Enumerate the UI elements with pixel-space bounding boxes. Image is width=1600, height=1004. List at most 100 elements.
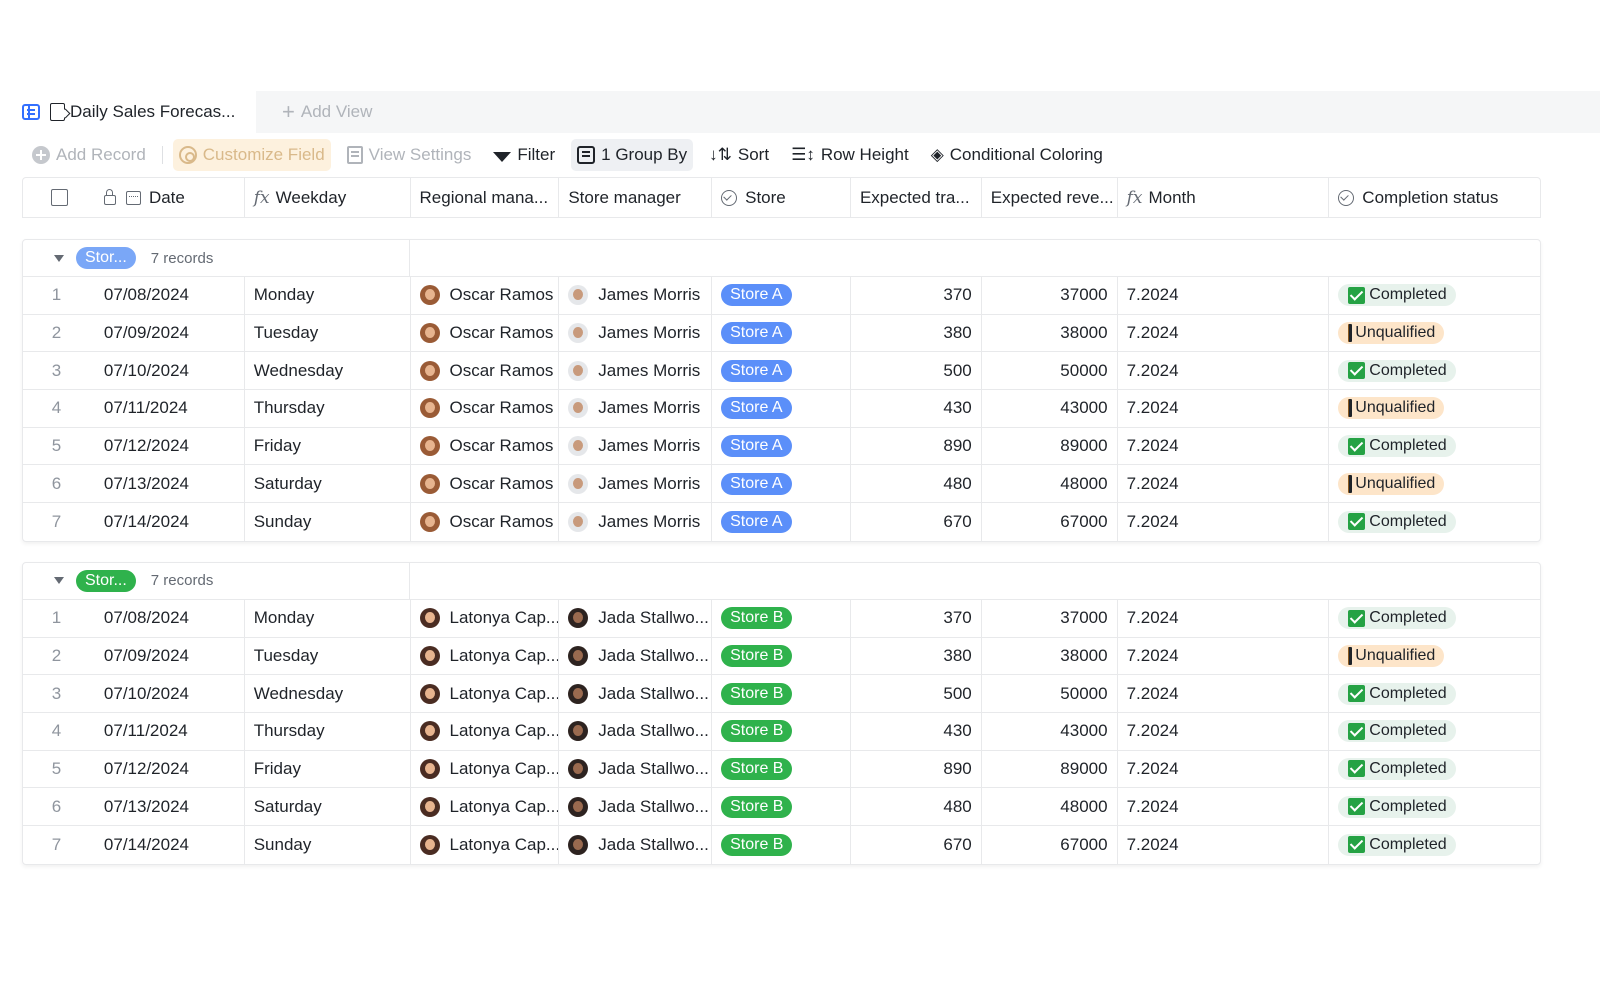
completion-status-cell[interactable]: Completed [1329,675,1540,712]
store-cell[interactable]: Store A [712,277,851,314]
weekday-cell[interactable]: Thursday [245,712,411,750]
expected-revenue-cell[interactable]: 43000 [982,712,1118,750]
expected-revenue-cell[interactable]: 38000 [982,314,1118,352]
expected-traffic-cell[interactable]: 670 [851,503,982,541]
date-cell[interactable]: 07/11/2024 [95,390,245,427]
table-row[interactable]: 4 07/11/2024 Thursday Latonya Cap... Jada St… [23,712,1540,751]
date-cell[interactable]: 07/13/2024 [95,465,245,503]
regional-manager-cell[interactable]: Oscar Ramos [411,503,560,541]
expected-traffic-cell[interactable]: 430 [851,712,982,750]
weekday-cell[interactable]: Sunday [245,825,411,864]
store-cell[interactable]: Store A [712,427,851,465]
weekday-cell[interactable]: Wednesday [245,675,411,712]
month-cell[interactable]: 7.2024 [1118,427,1330,465]
completion-status-cell[interactable]: Completed [1329,751,1540,788]
store-manager-cell[interactable]: James Morris [559,390,713,427]
date-cell[interactable]: 07/13/2024 [95,788,245,825]
date-cell[interactable]: 07/12/2024 [95,427,245,465]
expected-revenue-cell[interactable]: 48000 [982,788,1118,825]
store-manager-cell[interactable]: Jada Stallwo... [559,788,713,825]
completion-status-cell[interactable]: Completed [1329,277,1540,314]
expected-traffic-cell[interactable]: 670 [851,825,982,864]
date-cell[interactable]: 07/10/2024 [95,352,245,390]
store-cell[interactable]: Store B [712,825,851,864]
column-header-month[interactable]: fx Month [1118,178,1330,217]
completion-status-cell[interactable]: Completed [1329,352,1540,389]
month-cell[interactable]: 7.2024 [1118,465,1330,503]
group-by-button[interactable]: 1 Group By [571,139,694,171]
expected-traffic-cell[interactable]: 380 [851,314,982,352]
date-cell[interactable]: 07/09/2024 [95,637,245,675]
store-cell[interactable]: Store A [712,465,851,503]
expected-traffic-cell[interactable]: 500 [851,352,982,390]
add-record-button[interactable]: Add Record [26,139,152,171]
date-cell[interactable]: 07/10/2024 [95,675,245,712]
store-manager-cell[interactable]: Jada Stallwo... [559,675,713,712]
store-cell[interactable]: Store B [712,599,851,637]
expected-revenue-cell[interactable]: 67000 [982,825,1118,864]
store-manager-cell[interactable]: Jada Stallwo... [559,712,713,750]
customize-field-button[interactable]: Customize Field [172,139,331,171]
table-row[interactable]: 5 07/12/2024 Friday Oscar Ramos James Morris… [23,427,1540,466]
table-row[interactable]: 5 07/12/2024 Friday Latonya Cap... Jada Stal… [23,750,1540,789]
weekday-cell[interactable]: Saturday [245,465,411,503]
expected-traffic-cell[interactable]: 370 [851,277,982,314]
expected-revenue-cell[interactable]: 89000 [982,427,1118,465]
weekday-cell[interactable]: Saturday [245,788,411,825]
month-cell[interactable]: 7.2024 [1118,599,1330,637]
store-manager-cell[interactable]: Jada Stallwo... [559,637,713,675]
select-all-checkbox[interactable] [51,189,68,206]
store-cell[interactable]: Store B [712,788,851,825]
column-header-expected-traffic[interactable]: Expected tra... [851,178,982,217]
store-manager-cell[interactable]: James Morris [559,503,713,541]
month-cell[interactable]: 7.2024 [1118,712,1330,750]
store-cell[interactable]: Store B [712,750,851,788]
expected-traffic-cell[interactable]: 890 [851,427,982,465]
store-cell[interactable]: Store A [712,503,851,541]
month-cell[interactable]: 7.2024 [1118,277,1330,314]
caret-down-icon[interactable] [54,577,64,585]
completion-status-cell[interactable]: Unqualified [1329,465,1540,502]
store-manager-cell[interactable]: Jada Stallwo... [559,599,713,637]
month-cell[interactable]: 7.2024 [1118,675,1330,712]
date-cell[interactable]: 07/08/2024 [95,599,245,637]
month-cell[interactable]: 7.2024 [1118,750,1330,788]
regional-manager-cell[interactable]: Latonya Cap... [411,712,560,750]
expected-revenue-cell[interactable]: 50000 [982,352,1118,390]
regional-manager-cell[interactable]: Oscar Ramos [411,390,560,427]
expected-traffic-cell[interactable]: 500 [851,675,982,712]
store-manager-cell[interactable]: James Morris [559,427,713,465]
store-cell[interactable]: Store A [712,314,851,352]
month-cell[interactable]: 7.2024 [1118,503,1330,541]
weekday-cell[interactable]: Thursday [245,390,411,427]
expected-revenue-cell[interactable]: 38000 [982,637,1118,675]
add-view-button[interactable]: + Add View [282,91,372,133]
date-cell[interactable]: 07/08/2024 [95,277,245,314]
store-manager-cell[interactable]: James Morris [559,465,713,503]
store-cell[interactable]: Store A [712,390,851,427]
tab-daily-sales-forecast[interactable]: Daily Sales Forecas... [0,91,256,133]
month-cell[interactable]: 7.2024 [1118,352,1330,390]
weekday-cell[interactable]: Monday [245,599,411,637]
regional-manager-cell[interactable]: Latonya Cap... [411,788,560,825]
column-header-regional-manager[interactable]: Regional mana... [411,178,560,217]
table-row[interactable]: 7 07/14/2024 Sunday Oscar Ramos James Morris… [23,503,1540,541]
caret-down-icon[interactable] [54,254,64,262]
group-header[interactable]: Stor... 7 records [23,240,1540,277]
expected-revenue-cell[interactable]: 67000 [982,503,1118,541]
regional-manager-cell[interactable]: Latonya Cap... [411,637,560,675]
month-cell[interactable]: 7.2024 [1118,825,1330,864]
table-row[interactable]: 6 07/13/2024 Saturday Oscar Ramos James Morr… [23,465,1540,504]
completion-status-cell[interactable]: Completed [1329,826,1540,864]
date-cell[interactable]: 07/12/2024 [95,750,245,788]
expected-revenue-cell[interactable]: 48000 [982,465,1118,503]
filter-button[interactable]: Filter [487,139,561,171]
regional-manager-cell[interactable]: Oscar Ramos [411,465,560,503]
table-row[interactable]: 2 07/09/2024 Tuesday Latonya Cap... Jada Sta… [23,637,1540,676]
view-settings-button[interactable]: View Settings [341,139,478,171]
regional-manager-cell[interactable]: Oscar Ramos [411,277,560,314]
weekday-cell[interactable]: Friday [245,427,411,465]
expected-traffic-cell[interactable]: 370 [851,599,982,637]
regional-manager-cell[interactable]: Oscar Ramos [411,427,560,465]
store-manager-cell[interactable]: Jada Stallwo... [559,750,713,788]
